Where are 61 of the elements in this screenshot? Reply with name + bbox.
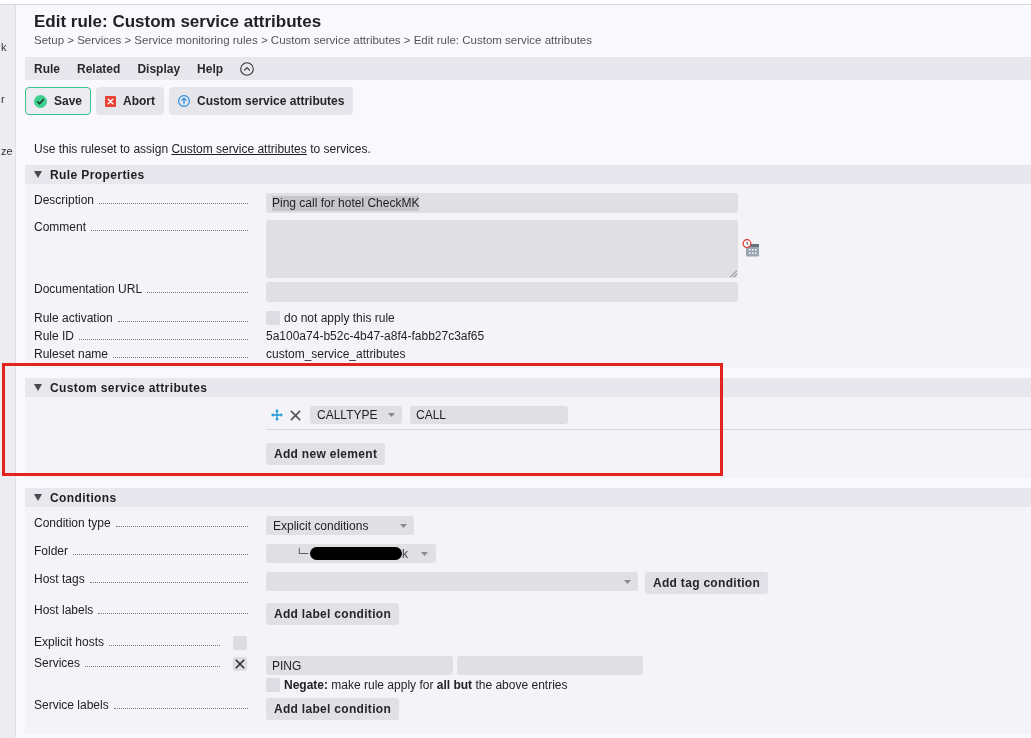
section-title: Conditions (50, 490, 117, 505)
move-arrows-icon[interactable] (271, 409, 283, 421)
triangle-down-icon[interactable] (34, 384, 42, 391)
caret-icon (624, 579, 631, 584)
breadcrumb: Setup > Services > Service monitoring rules > Custom service attributes > Edit rule: Custom service attributes (34, 33, 593, 47)
triangle-down-icon[interactable] (34, 494, 42, 501)
menu-item[interactable]: Display (137, 61, 181, 76)
calendar-clock-icon (742, 239, 760, 257)
text-field[interactable]: PING (266, 656, 453, 675)
field-value: custom_service_attributes (266, 347, 406, 361)
dropdown[interactable]: CALLTYPE (310, 406, 402, 424)
resize-grip-icon (730, 270, 737, 277)
menu-item[interactable]: Help (197, 61, 224, 76)
toolbar-button[interactable]: Save (25, 87, 92, 115)
check-circle-icon (34, 94, 47, 108)
cross-icon (235, 659, 245, 669)
field-label: Host labels (34, 603, 94, 617)
page-title: Edit rule: Custom service attributes (34, 11, 323, 33)
action-button[interactable]: Add label condition (266, 698, 400, 720)
field-label: Folder (34, 544, 68, 558)
caret-icon (421, 551, 428, 556)
field-label: Condition type (34, 516, 111, 530)
toolbar-button[interactable]: Abort (96, 87, 165, 115)
text-field[interactable]: CALL (410, 406, 568, 424)
triangle-down-icon[interactable] (34, 171, 42, 178)
field-value: 5a100a74-b52c-4b47-a8f4-fabb27c3af65 (266, 329, 485, 343)
action-button[interactable]: Add new element (266, 443, 386, 465)
action-button[interactable]: Add label condition (266, 603, 400, 625)
delete-icon[interactable] (290, 409, 301, 421)
close-square-icon (105, 95, 117, 107)
field-label: Comment (34, 220, 86, 234)
field-label: Explicit hosts (34, 635, 105, 649)
field-label: Description (34, 193, 95, 207)
sidebar-item[interactable]: r (0, 92, 15, 106)
menu-item[interactable]: Related (77, 61, 121, 76)
field-label: Rule ID (34, 329, 74, 343)
field-label: Services (34, 656, 80, 670)
ruleset-link[interactable]: Custom service attributes (171, 142, 307, 156)
menu-item[interactable]: Rule (34, 61, 60, 76)
chevron-up-circle-icon[interactable] (240, 61, 255, 76)
action-button[interactable]: Add tag condition (645, 572, 769, 594)
caret-icon (400, 523, 407, 528)
field-label: Documentation URL (34, 282, 143, 296)
field-label: Host tags (34, 572, 85, 586)
checkbox-label: do not apply this rule (284, 311, 395, 325)
field-label: Ruleset name (34, 347, 109, 361)
section-title: Rule Properties (50, 167, 145, 182)
section-title: Custom service attributes (50, 380, 208, 395)
intro-text: Use this ruleset to assign Custom service attributes to services. (33, 142, 372, 156)
arrow-up-circle-icon (178, 95, 191, 107)
field-label: Service labels (34, 698, 109, 712)
toolbar-button[interactable]: Custom service attributes (169, 87, 354, 115)
dropdown[interactable]: Explicit conditions (266, 516, 414, 535)
sidebar-item[interactable]: k (0, 40, 15, 54)
text-field[interactable]: Ping call for hotel CheckMK (266, 193, 738, 213)
sidebar-item[interactable]: ze (0, 144, 15, 158)
checkbox[interactable] (233, 657, 247, 671)
negate-label: Negate: make rule apply for all but the above entries (284, 678, 568, 692)
field-label: Rule activation (34, 311, 113, 325)
caret-icon (388, 413, 395, 417)
folder-dropdown[interactable]: └─ k (266, 544, 436, 563)
